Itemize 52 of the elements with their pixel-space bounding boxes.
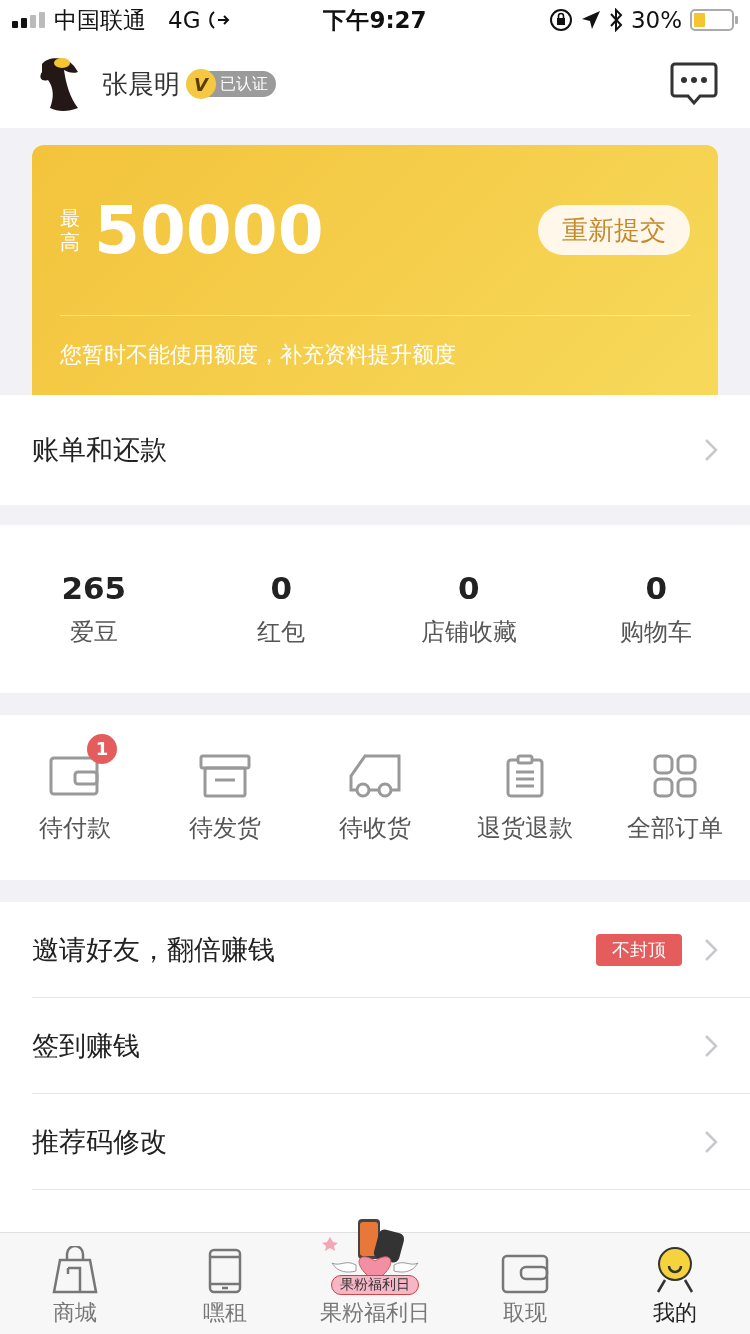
message-icon[interactable]: [670, 62, 718, 106]
order-label[interactable]: 待付款: [39, 811, 111, 844]
menu-label[interactable]: 邀请好友，翻倍赚钱: [32, 931, 596, 968]
count-badge: 1: [87, 733, 117, 764]
grid-icon: [653, 753, 697, 798]
chevron-icon: [704, 438, 718, 462]
chevron-icon: [704, 1033, 718, 1058]
bluetooth-icon: [608, 8, 623, 32]
wallet-icon: [501, 1254, 549, 1294]
menu-label[interactable]: 签到赚钱: [32, 1027, 704, 1064]
order-label[interactable]: 退货退款: [477, 811, 573, 844]
rotation-lock-icon: [548, 8, 573, 32]
clipboard-icon: [505, 753, 545, 798]
stat-label: 爱豆: [69, 617, 118, 648]
stat-label: 店铺收藏: [420, 617, 517, 648]
tag: 不封顶: [596, 933, 682, 966]
stat-value: 0: [457, 570, 480, 606]
stat-label: 红包: [257, 617, 306, 648]
bill-row[interactable]: 账单和还款: [0, 395, 750, 505]
signal-icon: [12, 12, 46, 28]
call-forward-icon: [208, 10, 231, 30]
shopping-bag-icon: [52, 1246, 98, 1294]
battery-icon: [690, 9, 738, 31]
max-label: 最高: [60, 206, 80, 254]
promo-badge: 果粉福利日: [331, 1275, 419, 1295]
location-icon: [580, 10, 601, 30]
battery-percent: 30%: [630, 7, 682, 33]
menu-label[interactable]: 推荐码修改: [32, 1123, 704, 1160]
phone-icon: [208, 1248, 242, 1294]
network-type: 4G: [168, 7, 201, 33]
stat-label: 购物车: [620, 617, 693, 648]
order-label[interactable]: 全部订单: [627, 811, 723, 844]
credit-amount: 50000: [94, 191, 324, 269]
username: 张晨明: [102, 67, 180, 101]
order-label[interactable]: 待发货: [189, 811, 261, 844]
stat-value: 0: [270, 570, 293, 606]
chevron-icon: [704, 937, 718, 962]
credit-note: 您暂时不能使用额度，补充资料提升额度: [60, 341, 457, 369]
tab-item[interactable]: 取现: [450, 1233, 600, 1334]
stat-value: 265: [61, 570, 127, 606]
tab-item[interactable]: 商城: [0, 1233, 150, 1334]
chevron-icon: [704, 1129, 718, 1154]
smiley-icon: [655, 1246, 695, 1294]
clock: 下午9:27: [323, 6, 427, 33]
tab-item[interactable]: 我的: [600, 1233, 750, 1334]
truck-icon: [347, 753, 403, 798]
order-label[interactable]: 待收货: [339, 811, 411, 844]
tab-item[interactable]: 嘿租: [150, 1233, 300, 1334]
box-icon: [199, 753, 251, 798]
stat-value: 0: [645, 570, 668, 606]
carrier-name: 中国联通: [54, 5, 146, 35]
row-label: 账单和还款: [32, 433, 168, 467]
